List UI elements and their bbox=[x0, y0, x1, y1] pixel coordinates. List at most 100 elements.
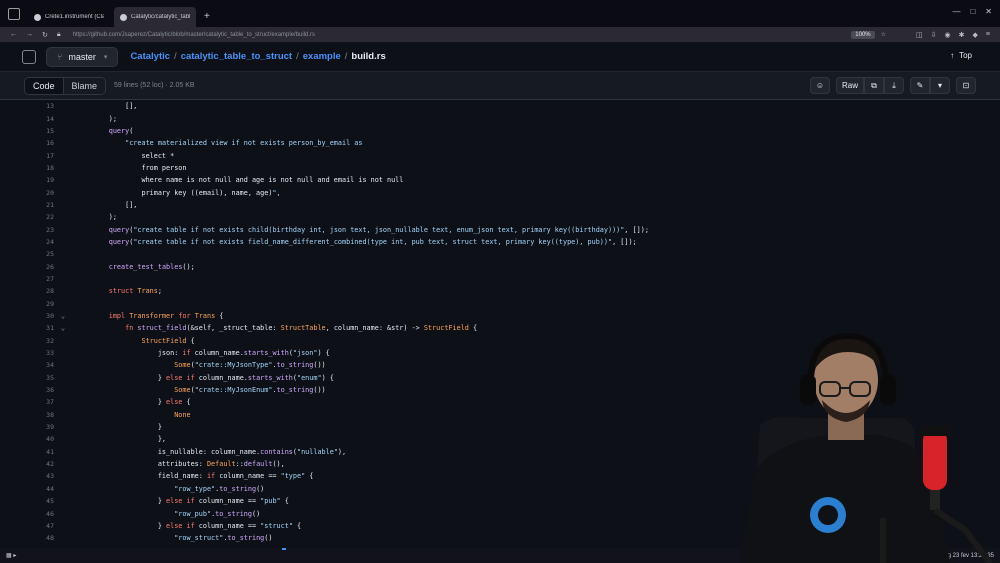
line-number[interactable]: 18 bbox=[0, 164, 54, 172]
line-number[interactable]: 34 bbox=[0, 361, 54, 369]
line-number[interactable]: 48 bbox=[0, 534, 54, 542]
code-line: 16 "create materialized view if not exis… bbox=[0, 137, 1000, 149]
line-number[interactable]: 25 bbox=[0, 250, 54, 258]
breadcrumb-current-file: build.rs bbox=[351, 51, 386, 62]
line-number[interactable]: 28 bbox=[0, 287, 54, 295]
code-text: } else if column_name.starts_with("enum"… bbox=[76, 373, 334, 382]
bookmark-star-icon[interactable]: ☆ bbox=[881, 31, 886, 38]
code-text: where name is not null and age is not nu… bbox=[76, 176, 404, 185]
tab-overview-icon[interactable] bbox=[8, 8, 20, 20]
downloads-icon[interactable]: ⇩ bbox=[931, 31, 937, 39]
minimize-icon[interactable]: — bbox=[952, 7, 960, 16]
code-tab[interactable]: Code bbox=[25, 77, 64, 94]
url-field[interactable]: https://github.com/Jsaperez/Catalytic/bl… bbox=[73, 32, 852, 38]
back-icon[interactable]: ← bbox=[10, 31, 17, 39]
menu-icon[interactable]: ≡ bbox=[986, 31, 990, 39]
chevron-down-icon[interactable]: ▾ bbox=[930, 77, 950, 94]
line-number[interactable]: 24 bbox=[0, 238, 54, 246]
code-line: 13 [], bbox=[0, 100, 1000, 112]
browser-tab-github[interactable]: Catalytic/catalytic_table × bbox=[114, 7, 196, 27]
code-text: create_test_tables(); bbox=[108, 262, 195, 271]
code-text: impl Transformer for Trans { bbox=[108, 312, 224, 321]
line-number[interactable]: 21 bbox=[0, 201, 54, 209]
code-text: StructField { bbox=[141, 336, 195, 345]
breadcrumb-repo-link[interactable]: Catalytic bbox=[130, 51, 170, 62]
line-number[interactable]: 31 bbox=[0, 324, 54, 332]
code-text: }, bbox=[76, 435, 167, 444]
line-number[interactable]: 33 bbox=[0, 349, 54, 357]
extensions-icon[interactable]: ✱ bbox=[959, 31, 965, 39]
line-number[interactable]: 39 bbox=[0, 423, 54, 431]
code-line: 29 bbox=[0, 298, 1000, 310]
top-button[interactable]: ↑ Top bbox=[950, 51, 972, 60]
pencil-icon[interactable]: ✎ bbox=[910, 77, 930, 94]
line-number[interactable]: 29 bbox=[0, 300, 54, 308]
top-label: Top bbox=[959, 51, 972, 60]
symbols-panel-icon[interactable]: ⊡ bbox=[956, 77, 976, 94]
line-number[interactable]: 35 bbox=[0, 374, 54, 382]
ublock-icon[interactable]: ◆ bbox=[973, 31, 978, 39]
line-number[interactable]: 30 bbox=[0, 312, 54, 320]
code-line: 22 ); bbox=[0, 211, 1000, 223]
breadcrumb-folder-link[interactable]: catalytic_table_to_struct bbox=[181, 51, 292, 62]
line-number[interactable]: 17 bbox=[0, 152, 54, 160]
line-number[interactable]: 41 bbox=[0, 448, 54, 456]
line-number[interactable]: 20 bbox=[0, 189, 54, 197]
raw-button[interactable]: Raw bbox=[835, 77, 864, 94]
account-icon[interactable]: ◉ bbox=[945, 31, 951, 39]
pocket-icon[interactable]: ◫ bbox=[916, 31, 923, 39]
line-number[interactable]: 13 bbox=[0, 102, 54, 110]
code-line: 20 primary key ((email), name, age)", bbox=[0, 186, 1000, 198]
code-text: json: if column_name.starts_with("json")… bbox=[76, 349, 330, 358]
line-number[interactable]: 15 bbox=[0, 127, 54, 135]
copilot-icon[interactable]: ☺ bbox=[809, 77, 830, 94]
breadcrumb: Catalytic / catalytic_table_to_struct / … bbox=[130, 51, 385, 62]
line-number[interactable]: 22 bbox=[0, 213, 54, 221]
apps-icon[interactable]: ▦ ▸ bbox=[6, 552, 16, 559]
code-line: 24 query("create table if not exists fie… bbox=[0, 236, 1000, 248]
tab-favicon-icon bbox=[34, 13, 41, 21]
line-number[interactable]: 32 bbox=[0, 337, 54, 345]
fold-chevron-icon[interactable]: ⌄ bbox=[54, 324, 72, 332]
close-window-icon[interactable]: ✕ bbox=[985, 7, 992, 16]
fold-chevron-icon[interactable]: ⌄ bbox=[54, 312, 72, 320]
line-number[interactable]: 42 bbox=[0, 460, 54, 468]
code-text: fn struct_field(&self, _struct_table: St… bbox=[125, 324, 478, 333]
toolbar-extension-icons: ◫ ⇩ ◉ ✱ ◆ ≡ bbox=[916, 31, 990, 39]
line-number[interactable]: 27 bbox=[0, 275, 54, 283]
line-number[interactable]: 37 bbox=[0, 398, 54, 406]
line-number[interactable]: 47 bbox=[0, 522, 54, 530]
line-number[interactable]: 46 bbox=[0, 510, 54, 518]
line-number[interactable]: 44 bbox=[0, 485, 54, 493]
code-text: } bbox=[76, 423, 162, 432]
branch-selector-button[interactable]: ⑂ master ▾ bbox=[46, 46, 119, 67]
code-line: 21 [], bbox=[0, 199, 1000, 211]
line-number[interactable]: 16 bbox=[0, 139, 54, 147]
zoom-badge[interactable]: 100% bbox=[851, 30, 875, 39]
line-number[interactable]: 26 bbox=[0, 263, 54, 271]
code-text: select * bbox=[76, 151, 175, 160]
file-tree-toggle-icon[interactable] bbox=[22, 49, 36, 64]
line-number[interactable]: 40 bbox=[0, 435, 54, 443]
download-icon[interactable]: ⤓ bbox=[884, 77, 904, 94]
line-number[interactable]: 38 bbox=[0, 411, 54, 419]
code-text: query( bbox=[108, 126, 134, 135]
reload-icon[interactable]: ↻ bbox=[42, 31, 48, 39]
line-number[interactable]: 43 bbox=[0, 472, 54, 480]
code-text: "row_type".to_string() bbox=[174, 484, 265, 493]
line-number[interactable]: 23 bbox=[0, 226, 54, 234]
git-branch-icon: ⑂ bbox=[57, 51, 63, 62]
blame-tab[interactable]: Blame bbox=[63, 77, 106, 94]
code-text: query("create table if not exists field_… bbox=[108, 237, 637, 246]
line-number[interactable]: 19 bbox=[0, 176, 54, 184]
new-tab-icon[interactable]: + bbox=[204, 11, 210, 22]
line-number[interactable]: 14 bbox=[0, 115, 54, 123]
breadcrumb-folder-link[interactable]: example bbox=[303, 51, 341, 62]
copy-icon[interactable]: ⧉ bbox=[864, 77, 884, 94]
arrow-up-icon: ↑ bbox=[950, 51, 955, 60]
forward-icon[interactable]: → bbox=[26, 31, 33, 39]
maximize-icon[interactable]: □ bbox=[970, 7, 975, 16]
browser-tab-claude[interactable]: Crete1.instrument (Claude) × bbox=[28, 7, 110, 27]
line-number[interactable]: 45 bbox=[0, 497, 54, 505]
line-number[interactable]: 36 bbox=[0, 386, 54, 394]
